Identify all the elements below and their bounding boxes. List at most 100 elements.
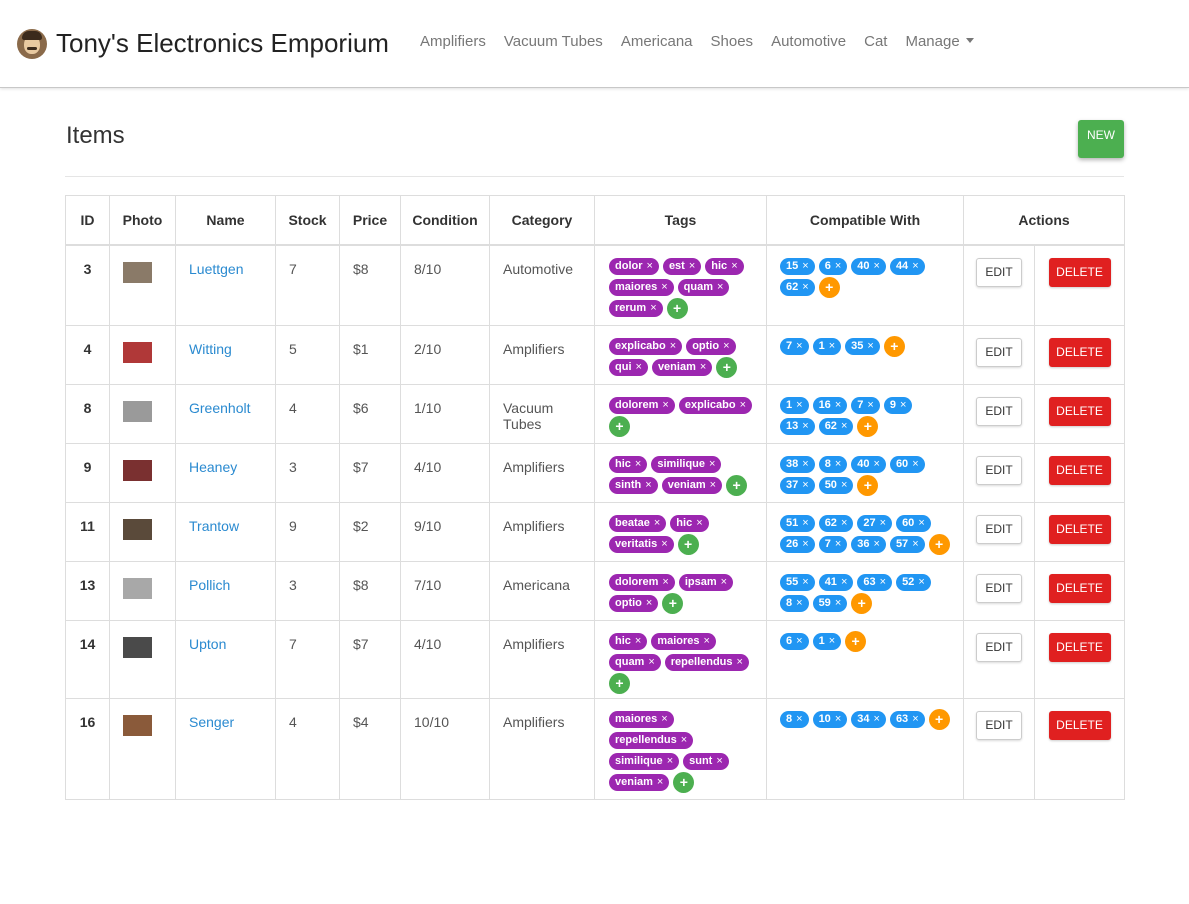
add-tag-button[interactable]: + bbox=[609, 415, 630, 437]
compatible-chip[interactable]: 6 × bbox=[780, 632, 809, 650]
remove-compatible-icon[interactable]: × bbox=[912, 713, 918, 725]
tag-chip[interactable]: qui × bbox=[609, 358, 648, 376]
item-photo[interactable] bbox=[123, 261, 152, 283]
edit-button[interactable]: EDIT bbox=[976, 396, 1022, 426]
tag-chip[interactable]: quam × bbox=[609, 653, 661, 671]
add-tag-button[interactable]: + bbox=[716, 356, 738, 378]
edit-button[interactable]: EDIT bbox=[976, 337, 1022, 367]
compatible-chip[interactable]: 40 × bbox=[851, 455, 886, 473]
item-name-link[interactable]: Upton bbox=[175, 619, 276, 699]
new-item-button[interactable]: NEW bbox=[1078, 120, 1124, 158]
tag-chip[interactable]: optio × bbox=[686, 337, 736, 355]
remove-compatible-icon[interactable]: × bbox=[912, 458, 918, 470]
compatible-chip[interactable]: 26 × bbox=[780, 535, 815, 553]
compatible-chip[interactable]: 34 × bbox=[851, 710, 886, 728]
compatible-chip[interactable]: 57 × bbox=[889, 535, 925, 553]
tag-chip[interactable]: maiores × bbox=[651, 632, 716, 650]
remove-compatible-icon[interactable]: × bbox=[874, 458, 880, 470]
remove-tag-icon[interactable]: × bbox=[635, 458, 641, 470]
add-compatible-button[interactable]: + bbox=[818, 276, 840, 298]
tag-chip[interactable]: repellendus × bbox=[609, 731, 694, 749]
remove-compatible-icon[interactable]: × bbox=[841, 576, 847, 588]
remove-compatible-icon[interactable]: × bbox=[835, 399, 841, 411]
compatible-chip[interactable]: 62 × bbox=[818, 514, 854, 532]
remove-compatible-icon[interactable]: × bbox=[874, 713, 880, 725]
compatible-chip[interactable]: 35 × bbox=[845, 337, 880, 355]
remove-compatible-icon[interactable]: × bbox=[880, 517, 886, 529]
remove-tag-icon[interactable]: × bbox=[635, 635, 641, 647]
tag-chip[interactable]: hic × bbox=[609, 632, 648, 650]
tag-chip[interactable]: est × bbox=[662, 257, 702, 275]
tag-chip[interactable]: sunt × bbox=[683, 752, 729, 770]
tag-chip[interactable]: sinth × bbox=[609, 476, 658, 494]
edit-button[interactable]: EDIT bbox=[976, 455, 1022, 485]
remove-compatible-icon[interactable]: × bbox=[918, 517, 924, 529]
compatible-chip[interactable]: 8 × bbox=[818, 455, 848, 473]
compatible-chip[interactable]: 55 × bbox=[780, 573, 815, 591]
compatible-chip[interactable]: 16 × bbox=[812, 396, 848, 414]
brand-logo[interactable] bbox=[17, 29, 47, 59]
tag-chip[interactable]: repellendus × bbox=[664, 653, 749, 671]
nav-link-automotive[interactable]: Automotive bbox=[762, 33, 855, 50]
remove-tag-icon[interactable]: × bbox=[737, 656, 743, 668]
remove-compatible-icon[interactable]: × bbox=[802, 458, 808, 470]
tag-chip[interactable]: explicabo × bbox=[678, 396, 753, 414]
remove-tag-icon[interactable]: × bbox=[670, 340, 676, 352]
edit-button[interactable]: EDIT bbox=[976, 710, 1022, 740]
remove-compatible-icon[interactable]: × bbox=[874, 260, 880, 272]
item-photo[interactable] bbox=[123, 577, 152, 599]
remove-compatible-icon[interactable]: × bbox=[802, 420, 808, 432]
tag-chip[interactable]: dolorem × bbox=[609, 396, 675, 414]
compatible-chip[interactable]: 62 × bbox=[780, 278, 815, 296]
remove-tag-icon[interactable]: × bbox=[731, 260, 737, 272]
tag-chip[interactable]: veniam × bbox=[651, 358, 713, 376]
compatible-chip[interactable]: 59 × bbox=[812, 594, 848, 612]
compatible-chip[interactable]: 62 × bbox=[818, 417, 854, 435]
tag-chip[interactable]: maiores × bbox=[609, 710, 674, 728]
compatible-chip[interactable]: 1 × bbox=[812, 337, 842, 355]
compatible-chip[interactable]: 36 × bbox=[851, 535, 886, 553]
compatible-chip[interactable]: 7 × bbox=[818, 535, 848, 553]
remove-compatible-icon[interactable]: × bbox=[835, 538, 841, 550]
remove-tag-icon[interactable]: × bbox=[717, 281, 723, 293]
compatible-chip[interactable]: 63 × bbox=[889, 710, 925, 728]
delete-button[interactable]: DELETE bbox=[1048, 632, 1111, 662]
compatible-chip[interactable]: 40 × bbox=[851, 257, 886, 275]
compatible-chip[interactable]: 15 × bbox=[780, 257, 815, 275]
remove-tag-icon[interactable]: × bbox=[696, 517, 702, 529]
remove-tag-icon[interactable]: × bbox=[681, 734, 687, 746]
remove-tag-icon[interactable]: × bbox=[740, 399, 746, 411]
remove-compatible-icon[interactable]: × bbox=[835, 260, 841, 272]
nav-link-shoes[interactable]: Shoes bbox=[702, 33, 763, 50]
tag-chip[interactable]: dolor × bbox=[609, 257, 659, 275]
delete-button[interactable]: DELETE bbox=[1048, 257, 1111, 287]
tag-chip[interactable]: similique × bbox=[651, 455, 722, 473]
remove-compatible-icon[interactable]: × bbox=[874, 538, 880, 550]
item-photo[interactable] bbox=[123, 341, 152, 363]
remove-tag-icon[interactable]: × bbox=[646, 597, 652, 609]
add-tag-button[interactable]: + bbox=[666, 297, 688, 319]
remove-compatible-icon[interactable]: × bbox=[796, 597, 802, 609]
remove-tag-icon[interactable]: × bbox=[661, 538, 667, 550]
compatible-chip[interactable]: 13 × bbox=[780, 417, 815, 435]
nav-manage-dropdown[interactable]: Manage bbox=[896, 33, 982, 50]
add-compatible-button[interactable]: + bbox=[883, 335, 905, 357]
add-tag-button[interactable]: + bbox=[673, 771, 695, 793]
remove-tag-icon[interactable]: × bbox=[667, 755, 673, 767]
tag-chip[interactable]: ipsam × bbox=[678, 573, 734, 591]
item-name-link[interactable]: Heaney bbox=[175, 442, 276, 503]
remove-compatible-icon[interactable]: × bbox=[802, 260, 808, 272]
item-name-link[interactable]: Witting bbox=[175, 324, 276, 385]
add-compatible-button[interactable]: + bbox=[851, 592, 873, 614]
item-name-link[interactable]: Senger bbox=[175, 697, 276, 800]
remove-tag-icon[interactable]: × bbox=[650, 302, 656, 314]
nav-link-cat[interactable]: Cat bbox=[855, 33, 896, 50]
remove-compatible-icon[interactable]: × bbox=[802, 281, 808, 293]
compatible-chip[interactable]: 60 × bbox=[889, 455, 925, 473]
tag-chip[interactable]: veniam × bbox=[661, 476, 723, 494]
compatible-chip[interactable]: 44 × bbox=[889, 257, 925, 275]
tag-chip[interactable]: maiores × bbox=[609, 278, 674, 296]
remove-compatible-icon[interactable]: × bbox=[841, 517, 847, 529]
edit-button[interactable]: EDIT bbox=[976, 514, 1022, 544]
compatible-chip[interactable]: 8 × bbox=[780, 710, 809, 728]
